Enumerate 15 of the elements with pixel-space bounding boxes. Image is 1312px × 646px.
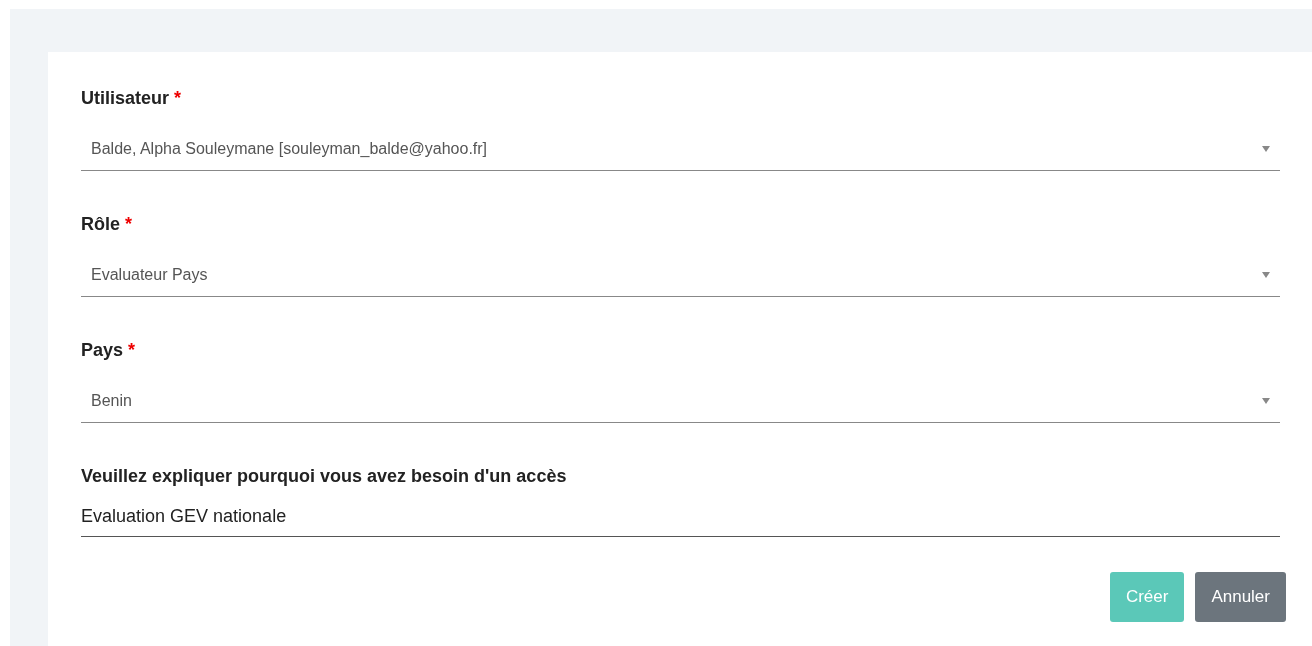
required-mark: *: [128, 339, 136, 362]
dropdown-caret-icon: [1262, 145, 1270, 152]
required-mark: *: [125, 213, 133, 236]
input-field[interactable]: Evaluation GEV nationale: [81, 497, 1280, 537]
dropdown-caret-icon: [1262, 397, 1270, 404]
field-label: Utilisateur: [81, 87, 170, 110]
field-label: Pays: [81, 339, 124, 362]
select-field[interactable]: Benin: [81, 379, 1280, 423]
cancel-button[interactable]: Annuler: [1195, 572, 1286, 622]
select-field[interactable]: Balde, Alpha Souleymane [souleyman_balde@yahoo.fr]: [81, 127, 1280, 171]
field-label: Rôle: [81, 213, 120, 236]
select-field[interactable]: Evaluateur Pays: [81, 253, 1280, 297]
dropdown-caret-icon: [1262, 271, 1270, 278]
required-mark: *: [174, 87, 182, 110]
field-label: Veuillez expliquer pourquoi vous avez besoin d'un accès: [81, 465, 567, 488]
